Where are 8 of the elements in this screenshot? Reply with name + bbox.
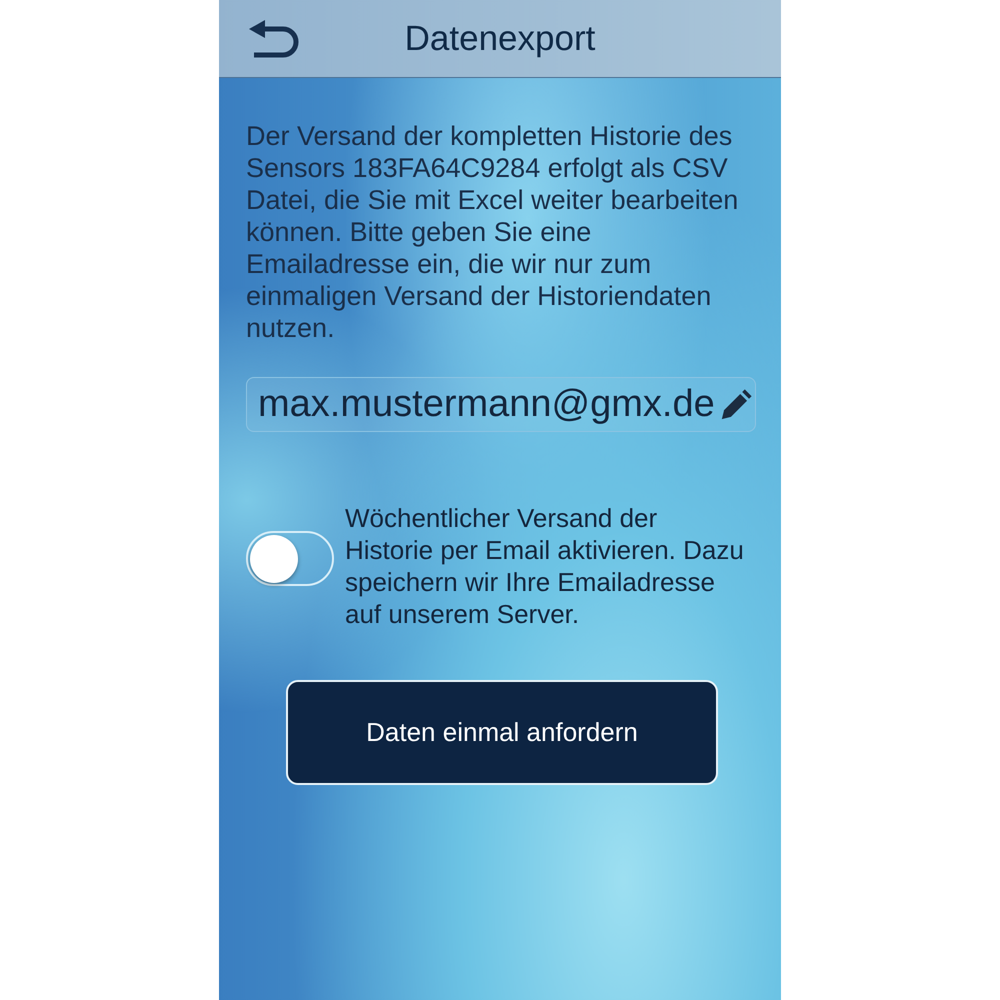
header-title: Datenexport [404,21,596,56]
pencil-icon[interactable] [719,388,753,422]
weekly-toggle-label: Wöchentlicher Versand der Historie per Email aktivieren. Dazu speichern wir Ihre Emailadresse auf unserem Server. [345,502,745,630]
email-field[interactable]: max.mustermann@gmx.de [246,377,756,432]
intro-text: Der Versand der kompletten Historie des Sensors 183FA64C9284 erfolgt als CSV Datei, die Sie mit Excel weiter bearbeiten können. Bitte geben Sie eine Emailadresse ein, die wir nur zum einmaligen Versand der Historiendaten nutzen. [246,120,740,344]
request-data-button[interactable]: Daten einmal anfordern [286,680,718,785]
return-arrow-icon [249,18,301,58]
toggle-switch[interactable] [246,531,334,586]
